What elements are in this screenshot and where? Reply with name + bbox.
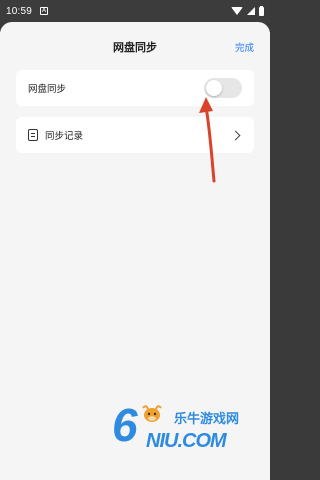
cow-mascot-icon	[142, 405, 162, 422]
signal-icon	[247, 7, 255, 15]
cloud-sync-label: 网盘同步	[28, 84, 67, 95]
cloud-sync-toggle[interactable]	[204, 78, 242, 98]
sync-records-label: 同步记录	[45, 131, 84, 142]
document-icon	[28, 129, 38, 141]
sheet-header: 网盘同步 完成	[0, 22, 270, 72]
status-time: 10:59	[6, 5, 33, 17]
done-button[interactable]: 完成	[235, 40, 254, 54]
watermark-brand: 乐牛游戏网	[174, 412, 240, 427]
page-title: 网盘同步	[113, 41, 157, 54]
app-notification-icon: A	[40, 7, 49, 15]
cloud-sync-row: 网盘同步	[16, 70, 254, 106]
watermark-domain: NIU.COM	[146, 430, 227, 452]
watermark-logo: 6 乐牛游戏网 NIU.COM	[112, 402, 262, 462]
sync-records-row[interactable]: 同步记录	[16, 117, 254, 153]
toggle-knob	[206, 80, 222, 96]
battery-icon	[259, 5, 264, 16]
status-bar: 10:59 A	[0, 0, 270, 22]
wifi-icon	[231, 7, 243, 15]
watermark-digit: 6	[112, 399, 138, 451]
chevron-right-icon	[230, 130, 241, 140]
status-indicators	[231, 5, 264, 16]
screen: 10:59 A 网盘同步 完成 网盘同步 同步记录 6 乐牛游戏网 NIU.CO…	[0, 0, 270, 480]
